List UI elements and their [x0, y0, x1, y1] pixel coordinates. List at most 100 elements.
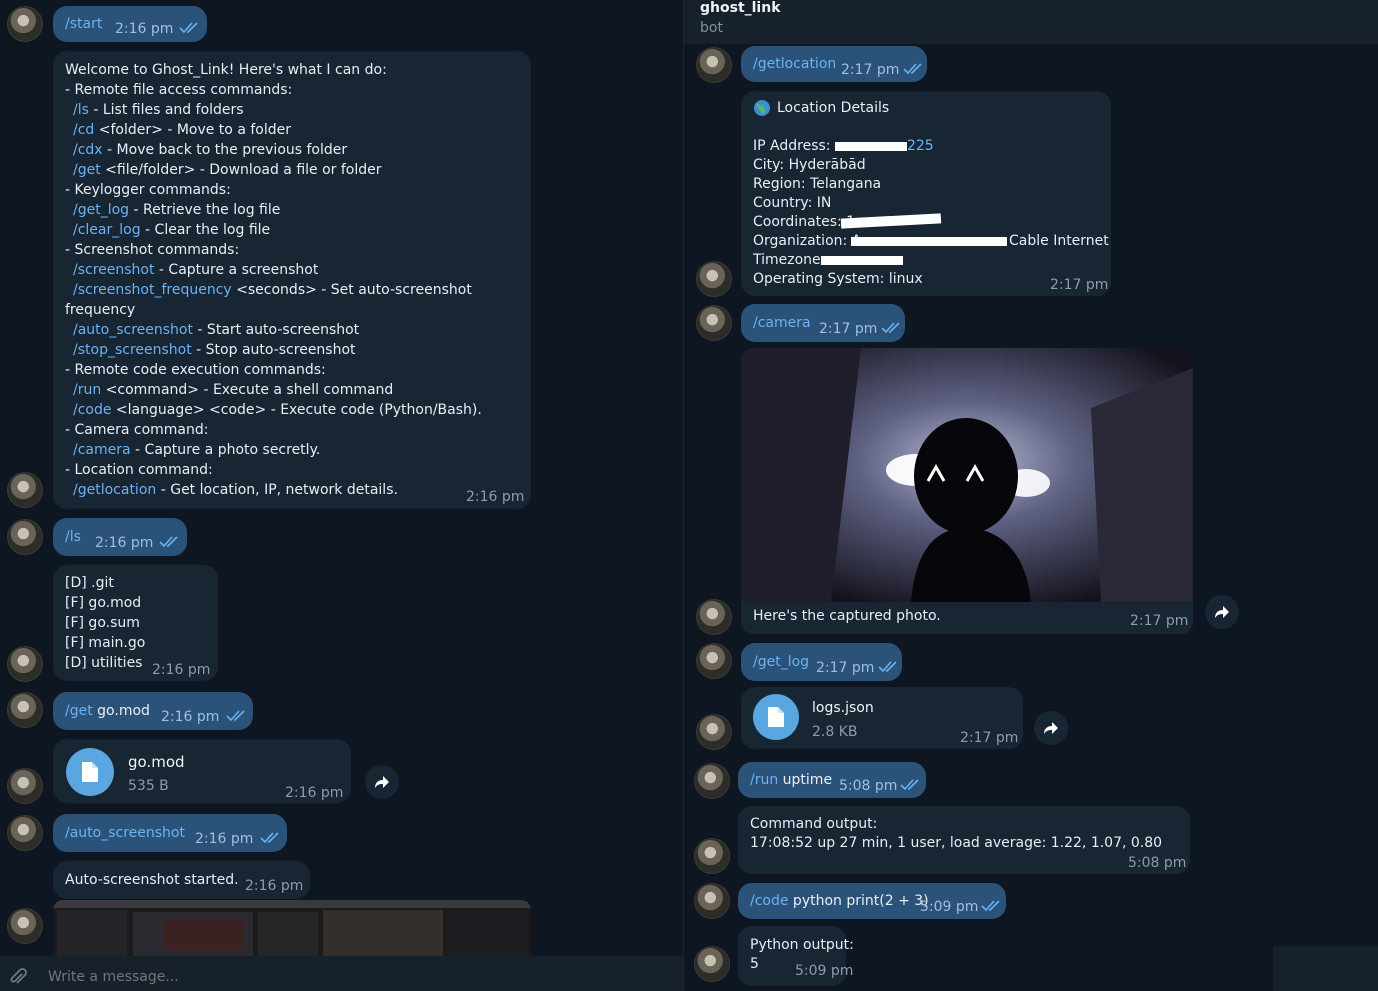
screenshot-image[interactable] [53, 900, 531, 956]
avatar[interactable] [696, 47, 732, 83]
forward-button[interactable] [365, 765, 399, 799]
double-check-icon [900, 779, 919, 791]
avatar[interactable] [694, 883, 730, 919]
message-time: 2:16 pm [195, 831, 254, 847]
avatar[interactable] [694, 946, 730, 982]
command-text[interactable]: /get_log [753, 652, 809, 672]
message-time: 2:17 pm [1050, 277, 1109, 293]
message-time: 2:16 pm [466, 489, 525, 505]
file-download-button[interactable] [66, 748, 114, 796]
help-command-link[interactable]: /get_log [73, 202, 129, 218]
avatar[interactable] [696, 305, 732, 341]
avatar[interactable] [696, 714, 732, 750]
message-auto-screenshot[interactable]: /auto_screenshot 2:16 pm [53, 814, 287, 852]
help-line-text: <folder> - Move to a folder [94, 122, 291, 138]
file-name[interactable]: go.mod [128, 752, 185, 772]
command-text[interactable]: /code [750, 893, 788, 909]
chat-subtitle: bot [700, 20, 723, 36]
avatar[interactable] [7, 646, 43, 682]
paperclip-icon[interactable] [8, 968, 28, 988]
message-text[interactable]: /get go.mod [65, 701, 150, 721]
help-command-link[interactable]: /ls [73, 102, 89, 118]
message-input[interactable] [48, 966, 648, 988]
command-text[interactable]: /start [65, 14, 102, 34]
help-command-link[interactable]: /camera [73, 442, 131, 458]
help-command-link[interactable]: /getlocation [73, 482, 156, 498]
auto-screenshot-result: Auto-screenshot started. 2:16 pm [53, 861, 310, 899]
avatar[interactable] [696, 261, 732, 297]
command-argument: uptime [778, 772, 833, 788]
file-message[interactable]: go.mod 535 B 2:16 pm [53, 739, 351, 803]
message-text[interactable]: /code python print(2 + 3) [750, 891, 929, 911]
help-line: /cdx - Move back to the previous folder [65, 140, 482, 160]
timezone: Timezone: [753, 252, 826, 268]
command-text[interactable]: /auto_screenshot [65, 823, 185, 843]
ip-visible[interactable]: 225 [907, 138, 934, 154]
captured-photo[interactable] [741, 348, 1193, 602]
help-command-link[interactable]: /cd [73, 122, 94, 138]
avatar[interactable] [7, 768, 43, 804]
ip-address: IP Address: 225 [753, 136, 934, 156]
command-text[interactable]: /ls [65, 527, 81, 547]
double-check-icon [226, 710, 245, 722]
command-text[interactable]: /getlocation [753, 54, 836, 74]
avatar[interactable] [7, 908, 43, 944]
help-command-link[interactable]: /clear_log [73, 222, 141, 238]
avatar[interactable] [694, 763, 730, 799]
help-command-link[interactable]: /auto_screenshot [73, 322, 193, 338]
avatar[interactable] [694, 838, 730, 874]
file-download-button[interactable] [753, 694, 799, 740]
avatar[interactable] [7, 692, 43, 728]
command-output: 17:08:52 up 27 min, 1 user, load average… [750, 835, 1163, 851]
double-check-icon [981, 900, 1000, 912]
message-text[interactable]: /run uptime [750, 770, 832, 790]
help-line-text: - Keylogger commands: [65, 182, 231, 198]
right-chat-pane: ghost_link bot /getlocation 2:17 pm Loca… [684, 0, 1378, 991]
help-command-link[interactable]: /cdx [73, 142, 103, 158]
help-line-text: <seconds> - Set auto-screenshot [231, 282, 472, 298]
message-time: 5:08 pm [839, 778, 898, 794]
message-time: 2:17 pm [819, 321, 878, 337]
message-run[interactable]: /run uptime 5:08 pm [738, 762, 926, 798]
help-command-link[interactable]: /get [73, 162, 101, 178]
help-command-link[interactable]: /screenshot [73, 262, 154, 278]
help-line-text: <command> - Execute a shell command [101, 382, 394, 398]
help-line: Welcome to Ghost_Link! Here's what I can… [65, 60, 482, 80]
message-time: 2:17 pm [816, 660, 875, 676]
message-getlocation[interactable]: /getlocation 2:17 pm [741, 46, 927, 82]
help-command-link[interactable]: /code [73, 402, 111, 418]
message-code[interactable]: /code python print(2 + 3) 5:09 pm [738, 883, 1006, 919]
avatar[interactable] [7, 472, 43, 508]
message-ls[interactable]: /ls 2:16 pm [53, 518, 187, 556]
avatar[interactable] [7, 6, 43, 42]
file-message[interactable]: logs.json 2.8 KB 2:17 pm [741, 687, 1023, 749]
help-command-link[interactable]: /run [73, 382, 101, 398]
chat-title[interactable]: ghost_link [700, 0, 781, 16]
command-text[interactable]: /get [65, 703, 93, 719]
operating-system: Operating System: linux [753, 271, 923, 287]
message-time: 2:16 pm [152, 662, 211, 678]
message-camera[interactable]: /camera 2:17 pm [741, 304, 905, 342]
avatar[interactable] [7, 815, 43, 851]
message-time: 2:16 pm [245, 878, 304, 894]
help-line: /get_log - Retrieve the log file [65, 200, 482, 220]
message-get-log[interactable]: /get_log 2:17 pm [741, 643, 902, 681]
photo-message[interactable]: Here's the captured photo. 2:17 pm [741, 348, 1193, 634]
help-line-text: - Start auto-screenshot [192, 322, 360, 338]
forward-button[interactable] [1205, 595, 1239, 629]
message-get[interactable]: /get go.mod 2:16 pm [53, 692, 253, 730]
left-chat-pane: /start 2:16 pm Welcome to Ghost_Link! He… [0, 0, 683, 991]
avatar[interactable] [696, 599, 732, 635]
avatar[interactable] [7, 519, 43, 555]
message-start[interactable]: /start 2:16 pm [53, 6, 207, 42]
chat-header[interactable]: ghost_link bot [684, 0, 1378, 44]
help-command-link[interactable]: /stop_screenshot [73, 342, 192, 358]
avatar[interactable] [696, 643, 732, 679]
help-line: - Remote file access commands: [65, 80, 482, 100]
command-text[interactable]: /run [750, 772, 778, 788]
command-text[interactable]: /camera [753, 313, 811, 333]
help-line: /stop_screenshot - Stop auto-screenshot [65, 340, 482, 360]
forward-button[interactable] [1034, 711, 1068, 745]
file-name[interactable]: logs.json [812, 698, 874, 718]
help-command-link[interactable]: /screenshot_frequency [73, 282, 232, 298]
